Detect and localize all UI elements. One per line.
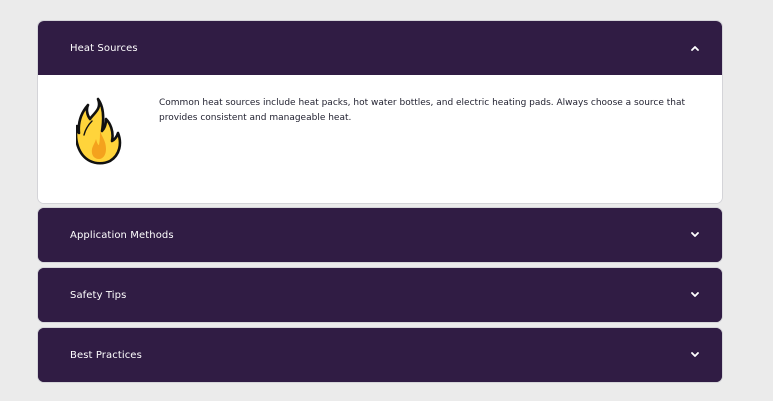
chevron-down-icon[interactable] — [691, 231, 699, 239]
fire-icon — [74, 97, 122, 167]
accordion-title: Heat Sources — [70, 42, 138, 54]
accordion-panel-heat-sources: Common heat sources include heat packs, … — [38, 75, 722, 203]
accordion-header-best-practices[interactable]: Best Practices — [38, 328, 722, 382]
chevron-down-icon[interactable] — [691, 291, 699, 299]
chevron-down-icon[interactable] — [691, 351, 699, 359]
accordion-item-safety-tips: Safety Tips — [38, 268, 722, 322]
accordion-item-application-methods: Application Methods — [38, 208, 722, 262]
accordion-header-heat-sources[interactable]: Heat Sources — [38, 21, 722, 75]
chevron-up-icon[interactable] — [691, 44, 699, 52]
accordion-title: Application Methods — [70, 229, 174, 241]
accordion-title: Safety Tips — [70, 289, 127, 301]
accordion-item-heat-sources: Heat Sources Common heat sources include… — [38, 21, 722, 203]
accordion-item-best-practices: Best Practices — [38, 328, 722, 382]
accordion-title: Best Practices — [70, 349, 142, 361]
accordion-header-safety-tips[interactable]: Safety Tips — [38, 268, 722, 322]
accordion: Heat Sources Common heat sources include… — [38, 21, 722, 388]
accordion-content-text: Common heat sources include heat packs, … — [159, 98, 686, 123]
accordion-header-application-methods[interactable]: Application Methods — [38, 208, 722, 262]
